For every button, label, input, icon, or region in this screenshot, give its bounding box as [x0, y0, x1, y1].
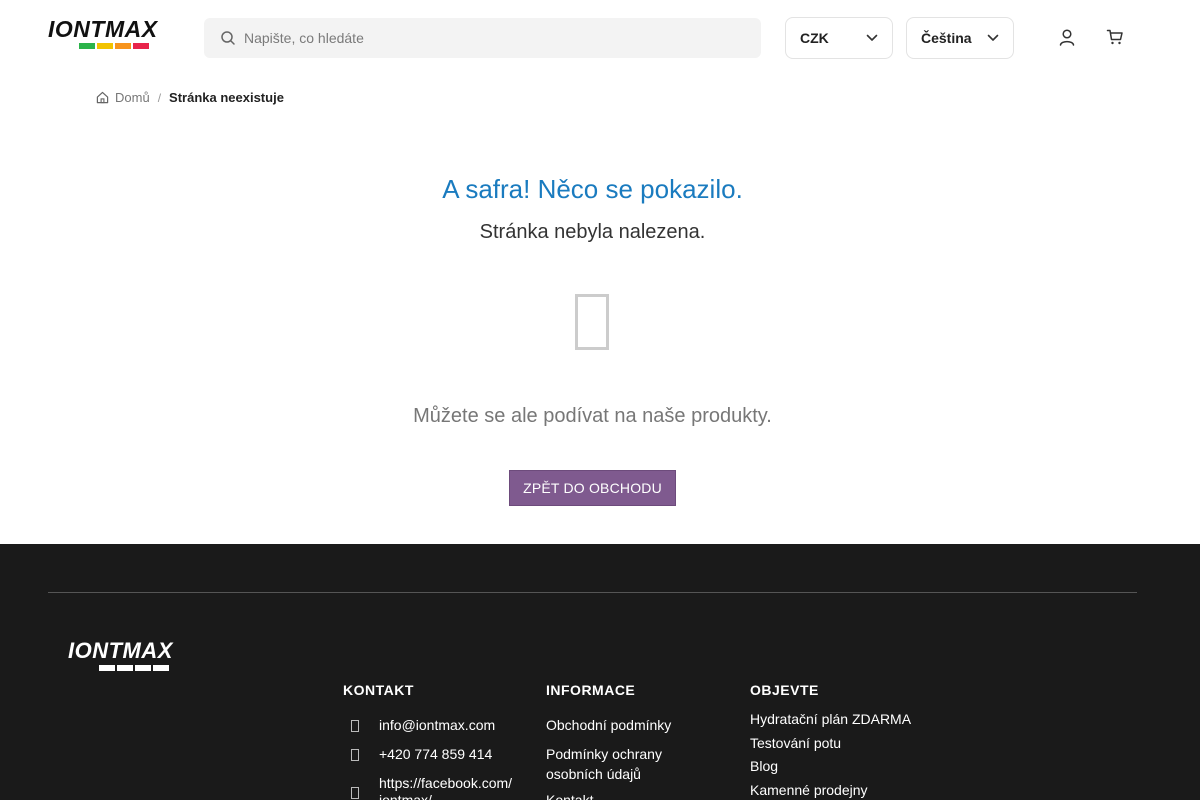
breadcrumb-home-label: Domů	[115, 90, 150, 105]
footer-kontakt-column: KONTAKT info@iontmax.com +420 774 859 41…	[343, 682, 523, 800]
currency-select[interactable]: CZK	[785, 17, 893, 59]
footer-email-text: info@iontmax.com	[379, 717, 496, 733]
footer-link-privacy-line1: Podmínky ochrany	[546, 746, 662, 762]
error-title: A safra! Něco se pokazilo.	[442, 174, 743, 204]
phone-icon	[351, 749, 359, 761]
footer-logo-bars	[68, 665, 203, 671]
cart-icon[interactable]	[1104, 26, 1126, 48]
logo-color-bars	[48, 43, 182, 49]
footer-link-sweat-test[interactable]: Testování potu	[750, 732, 950, 756]
footer-divider	[48, 592, 1137, 593]
footer-kontakt-heading: KONTAKT	[343, 682, 414, 698]
footer-logo-text: IONTMAX	[68, 638, 173, 663]
footer-objevte-heading: OBJEVTE	[750, 682, 819, 698]
breadcrumb-current: Stránka neexistuje	[169, 90, 284, 105]
footer-phone[interactable]: +420 774 859 414	[343, 746, 523, 762]
footer-link-privacy[interactable]: Podmínky ochrany osobních údajů	[546, 744, 716, 784]
facebook-icon	[351, 787, 359, 799]
iontmax-logo[interactable]: IONTMAX	[48, 18, 182, 52]
chevron-down-icon	[866, 34, 878, 41]
search-bar[interactable]	[204, 18, 761, 58]
footer-facebook-line1: https://facebook.com/	[379, 775, 513, 791]
currency-value: CZK	[800, 30, 829, 46]
footer-link-privacy-line2: osobních údajů	[546, 766, 641, 782]
footer-link-contact[interactable]: Kontakt	[546, 790, 716, 800]
missing-glyph-icon	[575, 294, 609, 350]
email-icon	[351, 720, 359, 732]
footer-phone-text: +420 774 859 414	[379, 746, 493, 762]
search-input[interactable]	[244, 30, 724, 46]
language-select[interactable]: Čeština	[906, 17, 1014, 59]
logo-text: IONTMAX	[48, 16, 158, 42]
footer-facebook-text: https://facebook.com/ iontmax/	[379, 775, 512, 800]
back-to-shop-button[interactable]: ZPĚT DO OBCHODU	[509, 470, 676, 506]
footer-email[interactable]: info@iontmax.com	[343, 717, 523, 733]
chevron-down-icon	[987, 34, 999, 41]
breadcrumb: Domů / Stránka neexistuje	[96, 90, 284, 105]
footer-facebook[interactable]: https://facebook.com/ iontmax/	[343, 775, 523, 800]
footer-link-stores[interactable]: Kamenné prodejny	[750, 779, 950, 800]
footer: IONTMAX KONTAKT info@iontmax.com +420 77…	[0, 544, 1200, 800]
footer-informace-column: INFORMACE Obchodní podmínky Podmínky och…	[546, 682, 716, 800]
breadcrumb-separator: /	[157, 90, 162, 105]
search-icon	[219, 29, 237, 47]
footer-facebook-line2: iontmax/	[379, 792, 432, 800]
user-account-icon[interactable]	[1056, 26, 1078, 48]
footer-link-terms[interactable]: Obchodní podmínky	[546, 715, 716, 735]
footer-link-blog[interactable]: Blog	[750, 755, 950, 779]
language-value: Čeština	[921, 30, 972, 46]
footer-objevte-column: OBJEVTE Hydratační plán ZDARMA Testování…	[750, 682, 950, 800]
footer-informace-heading: INFORMACE	[546, 682, 636, 698]
home-icon	[96, 91, 109, 104]
error-subtitle: Stránka nebyla nalezena.	[479, 221, 706, 243]
footer-logo[interactable]: IONTMAX	[68, 640, 203, 671]
error-text: Můžete se ale podívat na naše produkty.	[413, 405, 772, 427]
footer-link-hydration-plan[interactable]: Hydratační plán ZDARMA	[750, 708, 950, 732]
breadcrumb-home[interactable]: Domů	[96, 90, 150, 105]
